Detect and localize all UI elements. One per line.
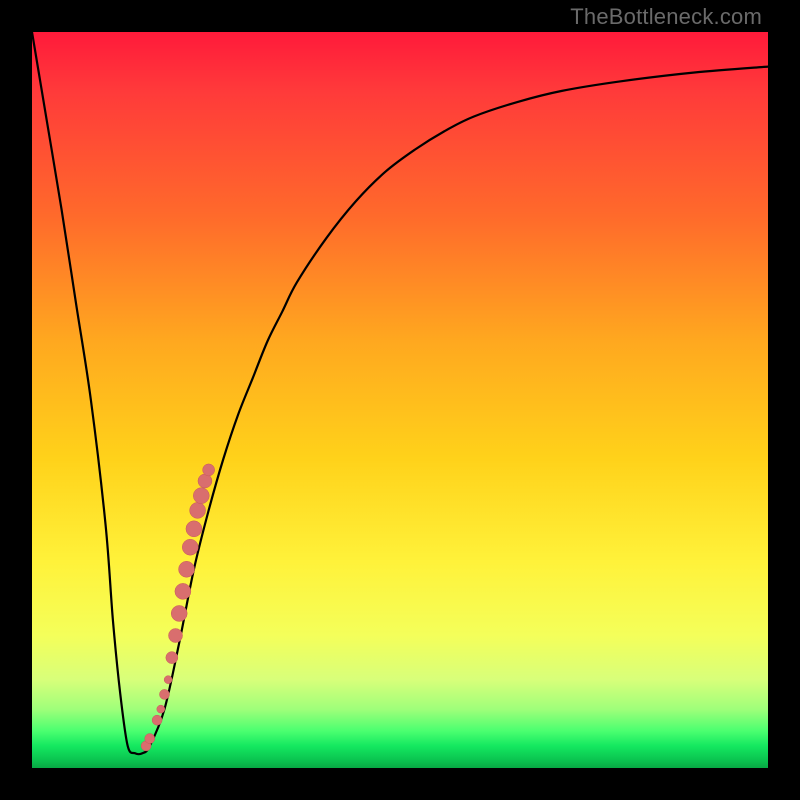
highlight-dot: [169, 629, 183, 643]
highlight-dot: [157, 705, 165, 713]
highlight-dot: [159, 689, 169, 699]
highlight-dot: [166, 652, 178, 664]
highlight-dot: [152, 715, 162, 725]
highlight-dot: [145, 734, 155, 744]
curve-group: [32, 32, 768, 754]
highlight-dot: [186, 521, 202, 537]
highlight-dots: [141, 464, 215, 751]
plot-area: [32, 32, 768, 768]
watermark-label: TheBottleneck.com: [570, 4, 762, 30]
highlight-dot: [198, 474, 212, 488]
highlight-dot: [175, 583, 191, 599]
highlight-dot: [164, 676, 172, 684]
highlight-dot: [179, 561, 195, 577]
highlight-dot: [193, 488, 209, 504]
chart-svg: [32, 32, 768, 768]
highlight-dot: [190, 502, 206, 518]
highlight-dot: [182, 539, 198, 555]
highlight-dot: [171, 605, 187, 621]
highlight-dot: [203, 464, 215, 476]
chart-frame: TheBottleneck.com: [0, 0, 800, 800]
bottleneck-curve: [32, 32, 768, 754]
